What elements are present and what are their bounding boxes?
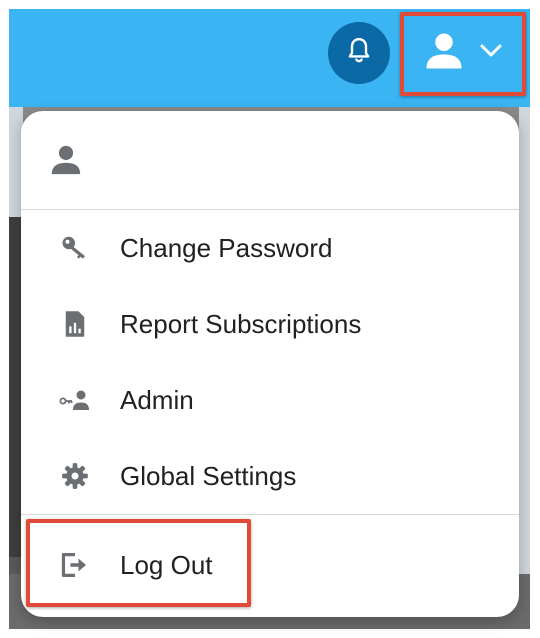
person-icon xyxy=(423,30,465,77)
gear-icon xyxy=(59,460,91,492)
logout-icon xyxy=(59,549,91,581)
menu-item-label: Log Out xyxy=(120,549,213,580)
notifications-button[interactable] xyxy=(328,22,390,84)
report-icon xyxy=(59,308,91,340)
menu-item-admin[interactable]: Admin xyxy=(21,362,519,438)
menu-header xyxy=(21,111,519,210)
bell-icon xyxy=(346,37,372,70)
background-panel-right xyxy=(519,107,530,629)
menu-item-label: Global Settings xyxy=(120,460,297,491)
chevron-down-icon xyxy=(479,43,503,64)
menu-item-label: Report Subscriptions xyxy=(120,308,362,339)
person-icon xyxy=(49,143,83,182)
user-menu-button[interactable] xyxy=(402,11,524,95)
menu-item-global-settings[interactable]: Global Settings xyxy=(21,438,519,514)
key-icon xyxy=(59,232,91,264)
top-bar xyxy=(9,9,530,107)
menu-item-label: Admin xyxy=(120,384,194,415)
menu-item-report-subscriptions[interactable]: Report Subscriptions xyxy=(21,286,519,362)
user-dropdown-menu: Change Password Report Subscriptions Adm… xyxy=(21,111,519,617)
admin-icon xyxy=(59,384,91,416)
menu-item-log-out[interactable]: Log Out xyxy=(21,515,519,615)
menu-item-change-password[interactable]: Change Password xyxy=(21,210,519,286)
menu-item-label: Change Password xyxy=(120,232,333,263)
